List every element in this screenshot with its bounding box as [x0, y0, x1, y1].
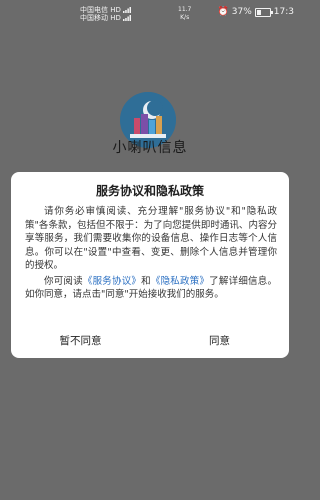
- dialog-paragraph-1: 请你务必审慎阅读、充分理解"服务协议"和"隐私政策"各条款，包括但不限于：为了向…: [25, 206, 277, 271]
- signal-icon: [122, 7, 131, 13]
- dialog-body: 请你务必审慎阅读、充分理解"服务协议"和"隐私政策"各条款，包括但不限于：为了向…: [25, 205, 277, 302]
- dialog-paragraph-2: 你可阅读《服务协议》和《隐私政策》了解详细信息。如你同意，请点击"同意"开始接收…: [25, 275, 277, 301]
- alarm-icon: ⏰: [217, 7, 229, 17]
- battery-level: [256, 9, 262, 15]
- carrier-info: 中国电信 HD 中国移动 HD: [80, 6, 131, 22]
- privacy-dialog: 服务协议和隐私政策 请你务必审慎阅读、充分理解"服务协议"和"隐私政策"各条款，…: [11, 172, 289, 358]
- privacy-policy-link[interactable]: 《隐私政策》: [151, 276, 209, 287]
- status-right: ⏰ 37% 17:3: [217, 7, 294, 17]
- carrier-1: 中国电信 HD: [80, 6, 131, 14]
- agree-button[interactable]: 同意: [150, 328, 289, 358]
- network-speed: 11.7 K/s: [178, 6, 192, 21]
- status-bar: 中国电信 HD 中国移动 HD 11.7 K/s ⏰ 37% 17:3: [0, 0, 300, 30]
- carrier-2: 中国移动 HD: [80, 14, 131, 22]
- service-agreement-link[interactable]: 《服务协议》: [83, 276, 141, 287]
- dialog-title: 服务协议和隐私政策: [95, 184, 204, 198]
- signal-icon: [122, 15, 131, 21]
- battery-icon: [254, 7, 273, 17]
- app-name: 小喇叭信息: [112, 140, 188, 156]
- dialog-button-row: 暂不同意 同意: [11, 328, 289, 358]
- disagree-button[interactable]: 暂不同意: [11, 328, 150, 358]
